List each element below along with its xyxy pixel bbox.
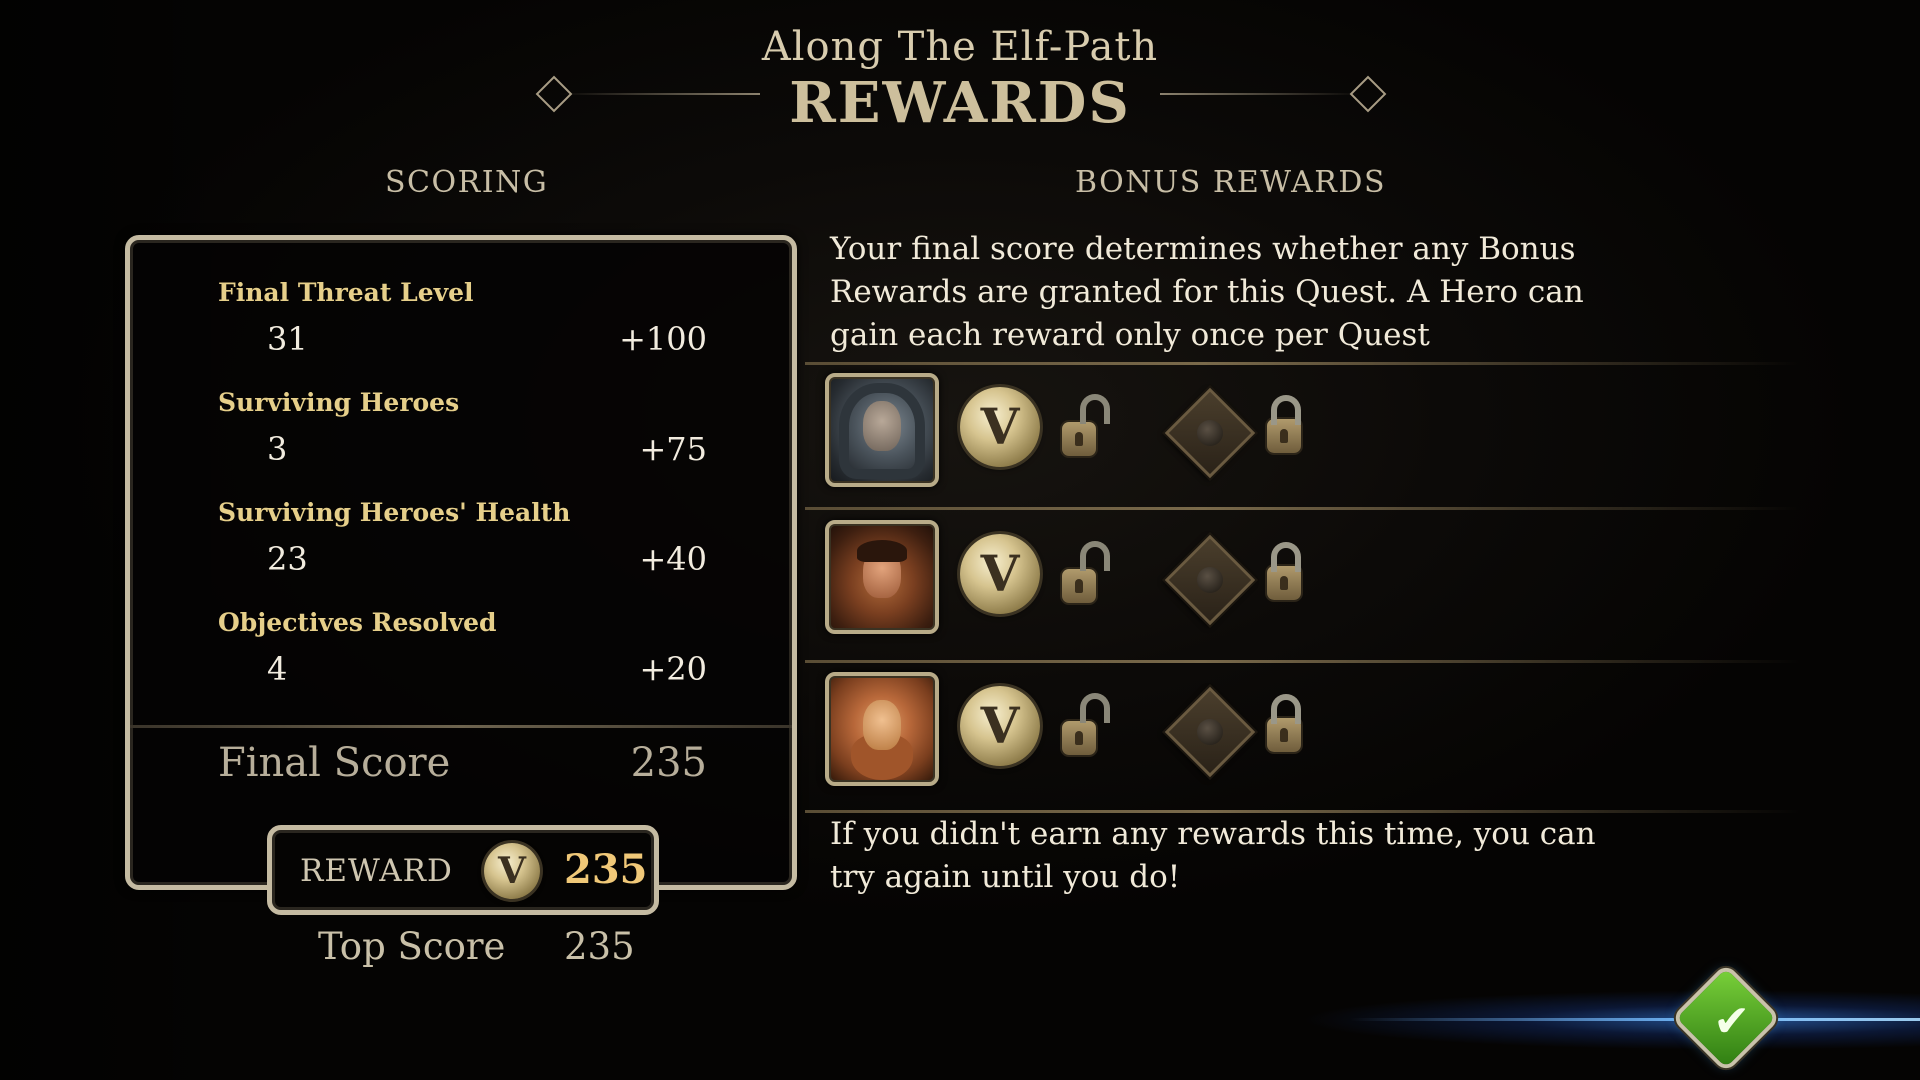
top-score-label: Top Score [318, 925, 506, 968]
score-row-label: Surviving Heroes [218, 388, 460, 417]
valor-coin-icon: V [960, 387, 1040, 467]
unlocked-padlock-icon [1062, 394, 1110, 456]
reward-value: 235 [564, 846, 648, 893]
score-row-count: 31 [267, 320, 308, 358]
bonus-outro-text: If you didn't earn any rewards this time… [830, 816, 1596, 895]
bonus-intro-text: Your final score determines whether any … [830, 231, 1584, 353]
confirm-button[interactable]: ✔ [1676, 968, 1776, 1068]
bonus-rewards-heading: BONUS REWARDS [1075, 165, 1387, 200]
score-row-points: +75 [639, 430, 707, 468]
score-row-points: +20 [639, 650, 707, 688]
quest-name: Along The Elf-Path [761, 24, 1159, 70]
score-row-points: +100 [619, 320, 707, 358]
unlocked-padlock-icon [1062, 541, 1110, 603]
valor-coin-icon: V [960, 686, 1040, 766]
locked-padlock-icon [1267, 694, 1301, 752]
top-score-value: 235 [564, 925, 635, 968]
locked-padlock-icon [1267, 542, 1301, 600]
score-row-label: Objectives Resolved [218, 608, 497, 637]
screen-title: REWARDS [789, 70, 1131, 136]
hooded-hero-portrait[interactable] [825, 373, 939, 487]
final-score-label: Final Score [218, 740, 451, 786]
bonus-reward-diamond-icon[interactable] [1164, 534, 1256, 626]
reward-box: REWARD V 235 [267, 825, 659, 915]
scoring-heading: SCORING [385, 165, 549, 200]
final-score-value: 235 [630, 740, 707, 786]
reward-label: REWARD [300, 853, 453, 889]
scoring-panel: Final Threat Level 31 +100 Surviving Her… [125, 235, 797, 890]
young-hero-portrait[interactable] [825, 520, 939, 634]
valor-coin-icon: V [960, 534, 1040, 614]
dwarf-hero-portrait[interactable] [825, 672, 939, 786]
score-row-count: 23 [267, 540, 308, 578]
score-row-count: 4 [267, 650, 288, 688]
bonus-reward-diamond-icon[interactable] [1164, 686, 1256, 778]
hero-reward-row: V [805, 363, 1800, 508]
unlocked-padlock-icon [1062, 693, 1110, 755]
background-light-streak [1350, 1018, 1920, 1021]
hero-reward-row: V [805, 662, 1800, 807]
score-row-label: Final Threat Level [218, 278, 474, 307]
bonus-reward-diamond-icon[interactable] [1164, 387, 1256, 479]
checkmark-icon: ✔ [1713, 996, 1751, 1048]
locked-padlock-icon [1267, 395, 1301, 453]
hero-reward-row: V [805, 510, 1800, 655]
score-divider [130, 725, 792, 728]
score-row-points: +40 [639, 540, 707, 578]
score-row-label: Surviving Heroes' Health [218, 498, 571, 527]
valor-coin-icon: V [484, 843, 540, 899]
score-row-count: 3 [267, 430, 288, 468]
